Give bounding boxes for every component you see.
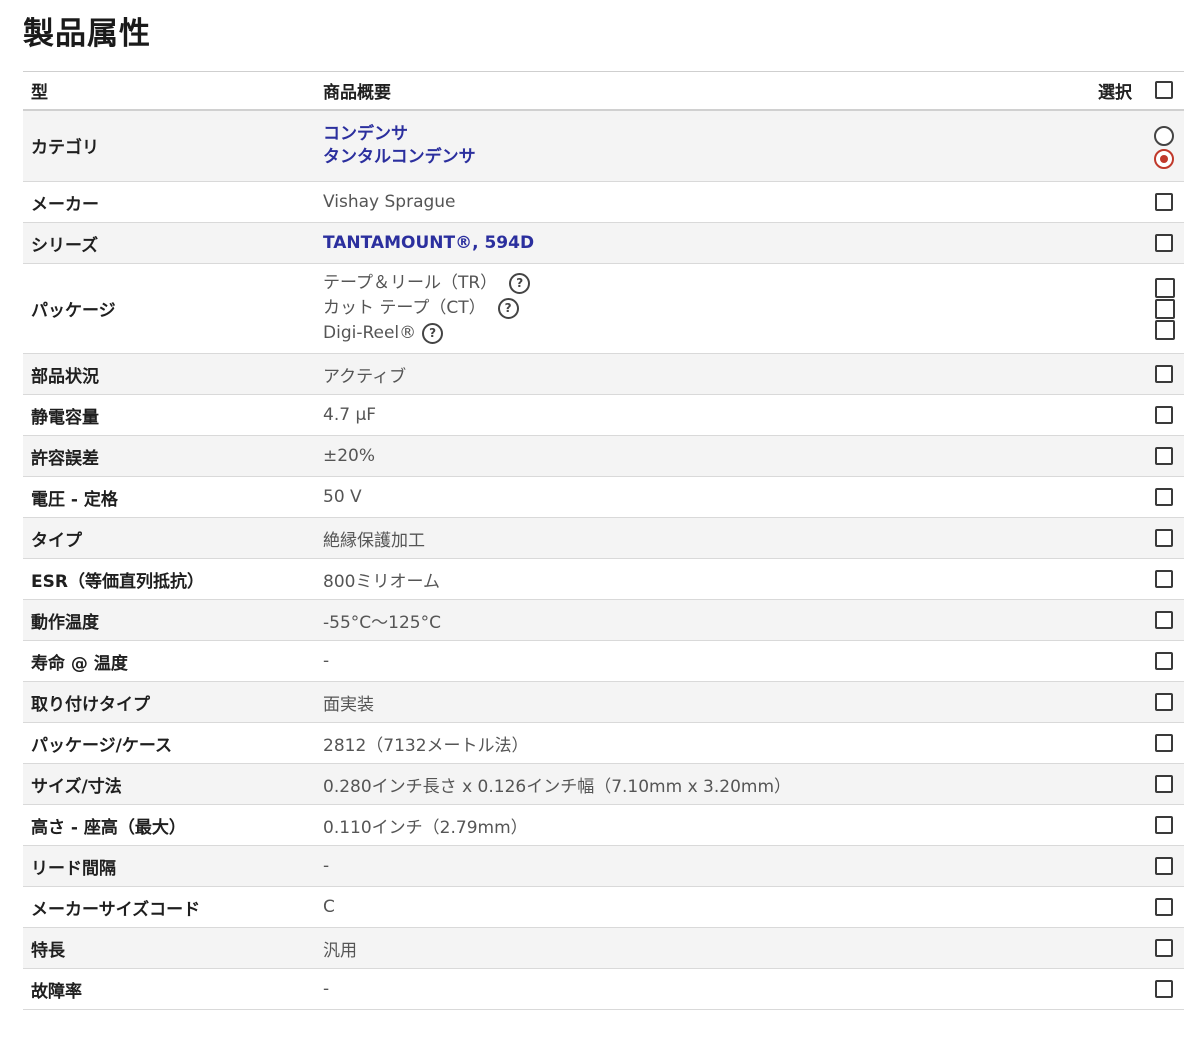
- product-attributes-table: 型 商品概要 選択 カテゴリ コンデンサ タンタルコンデンサ メーカー Vish…: [23, 71, 1184, 1010]
- package-checkbox-digireel[interactable]: [1155, 319, 1175, 340]
- row-label: 寿命 @ 温度: [31, 653, 128, 674]
- table-row: 故障率 -: [23, 969, 1184, 1010]
- package-checkbox-tr[interactable]: [1155, 277, 1175, 298]
- header-summary: 商品概要: [323, 82, 391, 103]
- table-row: 静電容量 4.7 µF: [23, 395, 1184, 436]
- table-row: 高さ - 座高（最大） 0.110インチ（2.79mm）: [23, 805, 1184, 846]
- row-value: Vishay Sprague: [323, 192, 456, 212]
- table-row: ESR（等価直列抵抗） 800ミリオーム: [23, 559, 1184, 600]
- row-value: -: [323, 856, 330, 876]
- page-title: 製品属性: [23, 16, 151, 52]
- header-type: 型: [31, 82, 48, 103]
- category-link-tantalum[interactable]: タンタルコンデンサ: [323, 146, 1054, 169]
- row-label: 許容誤差: [31, 448, 99, 469]
- row-label: シリーズ: [31, 235, 99, 256]
- row-checkbox[interactable]: [1155, 193, 1173, 211]
- row-checkbox[interactable]: [1155, 693, 1173, 711]
- row-label: カテゴリ: [31, 138, 99, 159]
- row-value: 0.110インチ（2.79mm）: [323, 817, 528, 838]
- row-label: 動作温度: [31, 612, 99, 633]
- row-maker: メーカー Vishay Sprague: [23, 182, 1184, 223]
- row-label: 高さ - 座高（最大）: [31, 817, 186, 838]
- row-label: メーカー: [31, 194, 99, 215]
- table-row: 取り付けタイプ 面実装: [23, 681, 1184, 723]
- table-row: サイズ/寸法 0.280インチ長さ x 0.126インチ幅（7.10mm x 3.…: [23, 763, 1184, 805]
- package-checkbox-ct[interactable]: [1155, 298, 1175, 319]
- category-radio-tantalum[interactable]: [1154, 148, 1174, 169]
- row-value: 800ミリオーム: [323, 571, 440, 592]
- row-label: ESR（等価直列抵抗）: [31, 571, 204, 592]
- row-value: ±20%: [323, 446, 376, 466]
- row-package: パッケージ テープ＆リール（TR）? カット テープ（CT）? Digi-Ree…: [23, 264, 1184, 354]
- row-value: 50 V: [323, 487, 362, 507]
- row-checkbox[interactable]: [1155, 980, 1173, 998]
- header-select: 選択: [1098, 82, 1132, 103]
- table-row: タイプ 絶縁保護加工: [23, 517, 1184, 559]
- table-row: 電圧 - 定格 50 V: [23, 477, 1184, 518]
- select-all-checkbox[interactable]: [1155, 81, 1173, 100]
- row-checkbox[interactable]: [1155, 652, 1173, 670]
- row-value: -: [323, 651, 330, 671]
- row-checkbox[interactable]: [1155, 570, 1173, 588]
- row-label: サイズ/寸法: [31, 776, 122, 797]
- help-icon[interactable]: ?: [497, 297, 519, 319]
- row-checkbox[interactable]: [1155, 488, 1173, 506]
- row-label: タイプ: [31, 530, 82, 551]
- row-value: 2812（7132メートル法）: [323, 735, 529, 756]
- row-label: パッケージ: [31, 301, 116, 321]
- row-label: 部品状況: [31, 366, 99, 387]
- row-checkbox[interactable]: [1155, 898, 1173, 916]
- category-link-capacitors[interactable]: コンデンサ: [323, 123, 1054, 146]
- table-row: 特長 汎用: [23, 927, 1184, 969]
- package-option-digireel: Digi-Reel®: [323, 323, 417, 343]
- row-value: アクティブ: [323, 366, 407, 387]
- row-label: メーカーサイズコード: [31, 899, 201, 920]
- row-value: 汎用: [323, 940, 357, 961]
- row-checkbox[interactable]: [1155, 611, 1173, 629]
- table-row: 寿命 @ 温度 -: [23, 641, 1184, 682]
- row-label: 特長: [31, 940, 65, 961]
- row-checkbox[interactable]: [1155, 816, 1173, 834]
- help-icon[interactable]: ?: [509, 272, 531, 294]
- row-value: -: [323, 979, 330, 999]
- row-value: -55°C～125°C: [323, 612, 441, 633]
- category-radio-capacitors[interactable]: [1154, 125, 1174, 146]
- row-value: 面実装: [323, 694, 374, 715]
- row-label: 故障率: [31, 981, 82, 1002]
- row-value: C: [323, 897, 335, 917]
- package-option-ct: カット テープ（CT）: [323, 298, 486, 318]
- row-series: シリーズ TANTAMOUNT®, 594D: [23, 222, 1184, 264]
- row-label: 取り付けタイプ: [31, 694, 150, 715]
- row-value: 絶縁保護加工: [323, 530, 425, 551]
- row-checkbox[interactable]: [1155, 529, 1173, 547]
- row-value: 0.280インチ長さ x 0.126インチ幅（7.10mm x 3.20mm）: [323, 776, 792, 797]
- row-checkbox[interactable]: [1155, 857, 1173, 875]
- row-checkbox[interactable]: [1155, 939, 1173, 957]
- table-header: 型 商品概要 選択: [23, 71, 1184, 110]
- table-row: 許容誤差 ±20%: [23, 435, 1184, 477]
- row-checkbox[interactable]: [1155, 234, 1173, 252]
- row-checkbox[interactable]: [1155, 365, 1173, 383]
- row-label: パッケージ/ケース: [31, 735, 173, 756]
- row-label: 電圧 - 定格: [31, 489, 118, 510]
- row-checkbox[interactable]: [1155, 775, 1173, 793]
- table-row: リード間隔 -: [23, 845, 1184, 887]
- row-checkbox[interactable]: [1155, 406, 1173, 424]
- table-row: 部品状況 アクティブ: [23, 353, 1184, 395]
- table-row: メーカーサイズコード C: [23, 887, 1184, 928]
- row-category: カテゴリ コンデンサ タンタルコンデンサ: [23, 109, 1184, 182]
- row-checkbox[interactable]: [1155, 734, 1173, 752]
- row-label: リード間隔: [31, 858, 116, 879]
- row-checkbox[interactable]: [1155, 447, 1173, 465]
- row-value: 4.7 µF: [323, 405, 377, 425]
- series-link[interactable]: TANTAMOUNT®, 594D: [315, 223, 1054, 264]
- table-row: パッケージ/ケース 2812（7132メートル法）: [23, 723, 1184, 764]
- package-option-tr: テープ＆リール（TR）: [323, 273, 498, 293]
- help-icon[interactable]: ?: [422, 322, 444, 344]
- row-label: 静電容量: [31, 407, 99, 428]
- table-row: 動作温度 -55°C～125°C: [23, 599, 1184, 641]
